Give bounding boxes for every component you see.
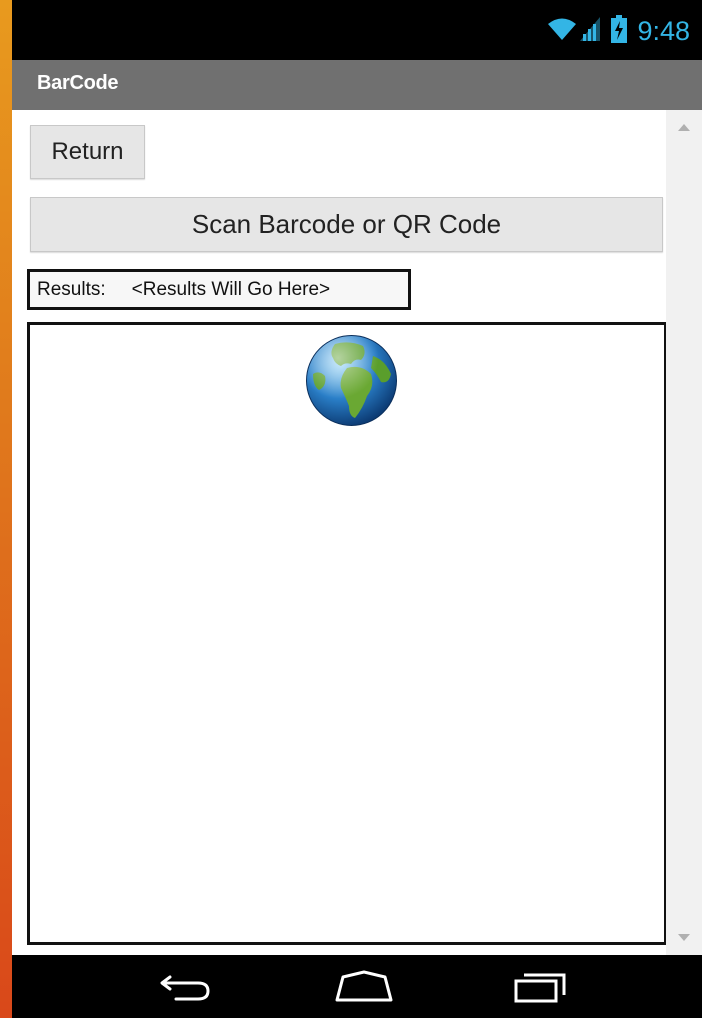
signal-icon bbox=[579, 16, 601, 47]
wifi-icon bbox=[547, 16, 577, 47]
results-value: <Results Will Go Here> bbox=[131, 278, 331, 300]
scan-barcode-button[interactable]: Scan Barcode or QR Code bbox=[30, 197, 663, 252]
globe-icon bbox=[305, 334, 398, 427]
status-bar: 9:48 bbox=[12, 0, 702, 60]
image-canvas[interactable] bbox=[27, 322, 667, 945]
navigation-bar bbox=[12, 955, 702, 1018]
status-icons: 9:48 bbox=[547, 14, 690, 48]
return-button[interactable]: Return bbox=[30, 125, 145, 179]
app-title: BarCode bbox=[37, 72, 119, 94]
status-time: 9:48 bbox=[637, 15, 690, 46]
screen-content: Return Scan Barcode or QR Code Results: … bbox=[12, 110, 702, 955]
results-box: Results: <Results Will Go Here> bbox=[27, 269, 411, 310]
results-label: Results: bbox=[37, 278, 106, 300]
recent-apps-icon[interactable] bbox=[512, 969, 568, 1010]
phone-screen: 9:48 BarCode Return Scan Barcode or QR C… bbox=[12, 0, 702, 1018]
back-icon[interactable] bbox=[158, 969, 214, 1010]
home-icon[interactable] bbox=[333, 969, 395, 1010]
scroll-up-icon[interactable] bbox=[678, 124, 690, 131]
battery-charging-icon bbox=[611, 14, 628, 48]
scroll-down-icon[interactable] bbox=[678, 934, 690, 941]
vertical-scrollbar[interactable] bbox=[666, 110, 702, 955]
app-title-bar: BarCode bbox=[12, 60, 702, 110]
